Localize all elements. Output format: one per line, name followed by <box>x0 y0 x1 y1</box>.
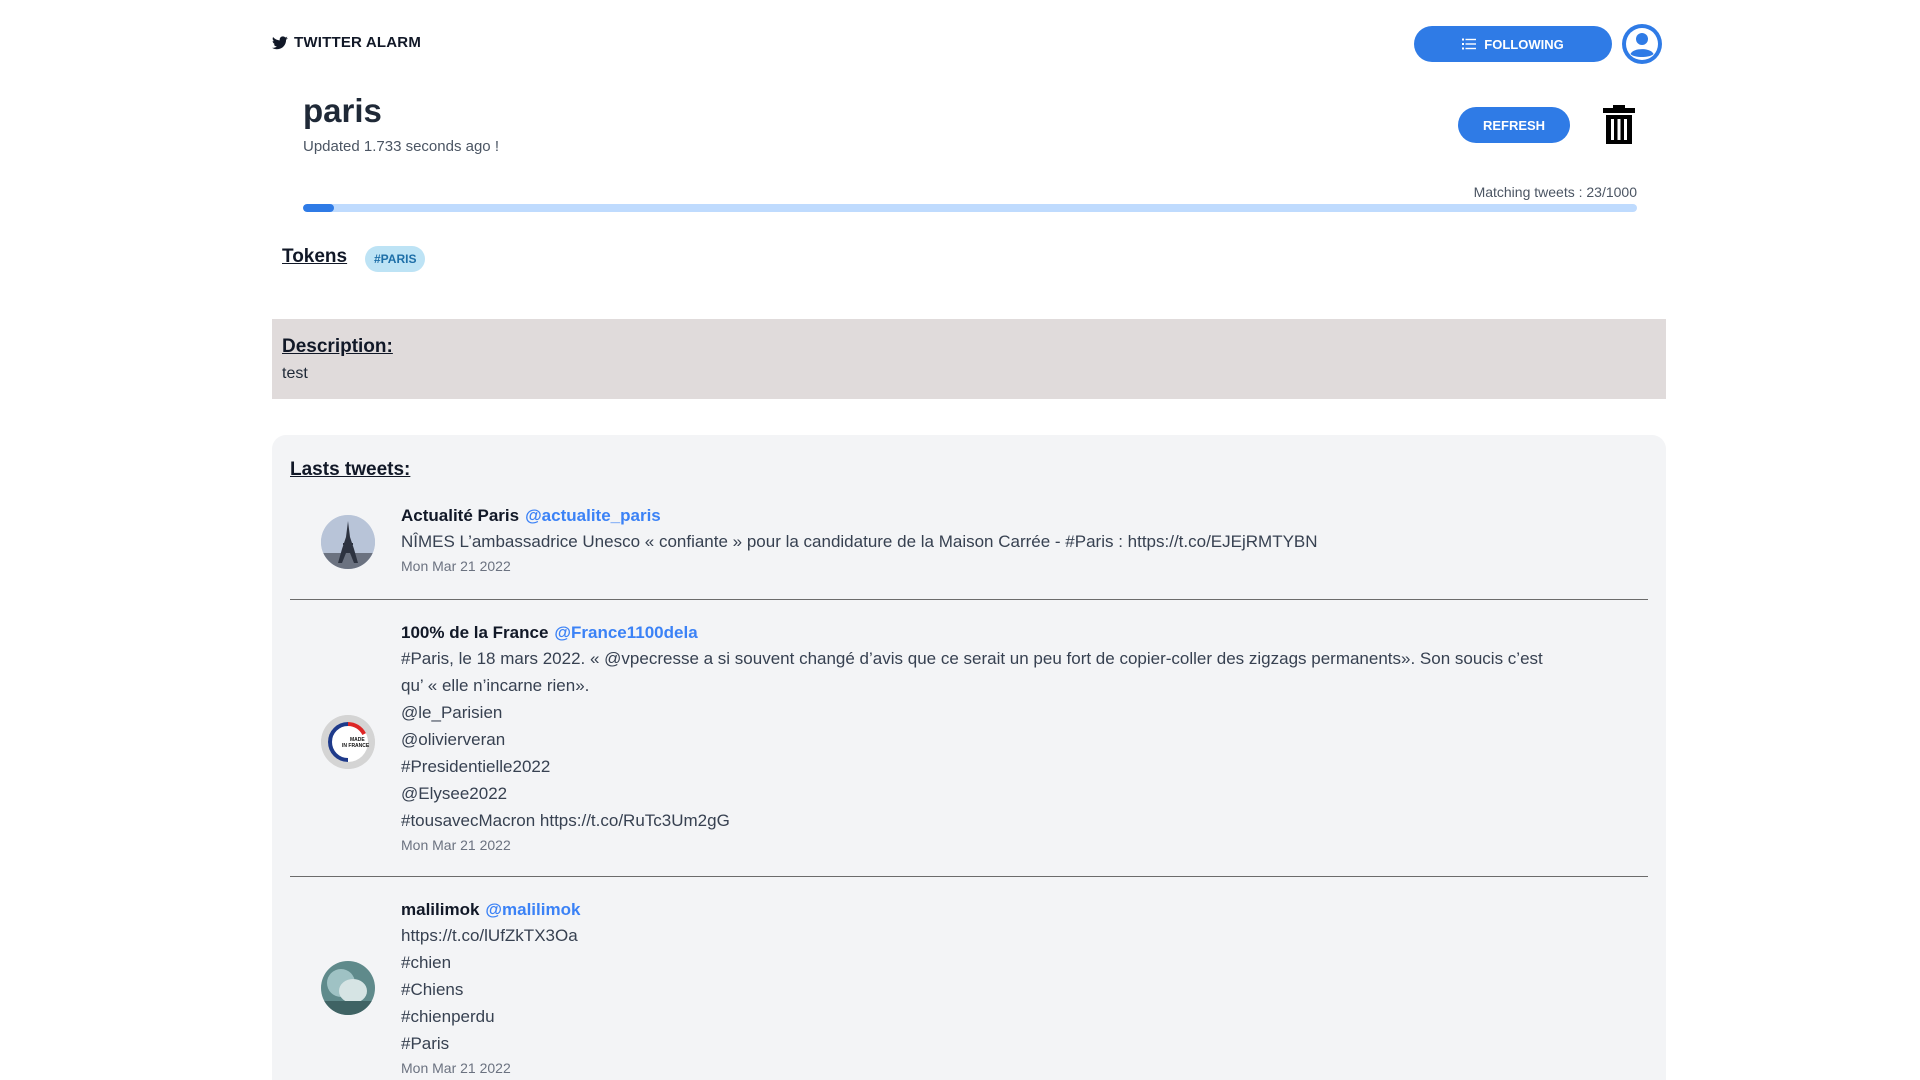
tweet-text-line: #Paris <box>401 1034 450 1053</box>
tweet-author-name[interactable]: malilimok <box>401 900 479 919</box>
tweet-body: 100% de la France @France1100dela #Paris,… <box>401 621 1601 856</box>
tweet-divider <box>290 876 1648 877</box>
tweet-avatar[interactable] <box>321 515 375 569</box>
tweet-avatar[interactable] <box>321 961 375 1015</box>
page-container: TWITTER ALARM FOLLOWING paris Updated 1.… <box>272 0 1666 1080</box>
tweet-body: Actualité Paris @actualite_paris NÎMES L’… <box>401 504 1601 577</box>
tweet-text-line: https://t.co/lUfZkTX3Oa <box>401 926 578 945</box>
following-button[interactable]: FOLLOWING <box>1414 26 1612 62</box>
tweet-text-line: @olivierveran <box>401 730 506 749</box>
svg-text:IN FRANCE: IN FRANCE <box>342 743 370 749</box>
brand[interactable]: TWITTER ALARM <box>272 34 421 51</box>
refresh-button[interactable]: REFRESH <box>1458 107 1570 143</box>
tweets-panel: Lasts tweets: Actualité Paris @actualite_… <box>272 435 1666 1080</box>
tweet-date: Mon Mar 21 2022 <box>401 837 511 853</box>
tweet-author-name[interactable]: 100% de la France <box>401 623 548 642</box>
tweet-author-handle[interactable]: @malilimok <box>485 900 580 919</box>
description-box: Description: test <box>272 319 1666 399</box>
tweet-author-handle[interactable]: @actualite_paris <box>525 506 661 525</box>
description-label: Description: <box>282 336 393 357</box>
user-avatar-icon <box>1626 28 1658 60</box>
user-avatar-button[interactable] <box>1622 24 1662 64</box>
top-bar: TWITTER ALARM FOLLOWING <box>272 24 1666 64</box>
matching-progress-bar <box>303 204 1637 212</box>
updated-text: Updated 1.733 seconds ago ! <box>303 138 499 155</box>
tweet-body: malilimok @malilimok https://t.co/lUfZkTX… <box>401 898 1601 1079</box>
tweet-text-line: #chien <box>401 953 452 972</box>
matching-tweets-count: Matching tweets : 23/1000 <box>1473 184 1637 200</box>
tweet-date: Mon Mar 21 2022 <box>401 558 511 574</box>
tweet-date: Mon Mar 21 2022 <box>401 1060 511 1076</box>
trash-icon <box>1603 105 1635 144</box>
description-text: test <box>282 365 308 382</box>
tweet-text-line: NÎMES L’ambassadrice Unesco « confiante … <box>401 532 1318 551</box>
following-label: FOLLOWING <box>1484 36 1564 52</box>
tweet-text-line: #chienperdu <box>401 1007 495 1026</box>
twitter-bird-icon <box>272 35 288 49</box>
token-badge: #PARIS <box>365 246 426 272</box>
tweet-item: MADE IN FRANCE 100% de la France @France1… <box>290 621 1648 861</box>
tweet-text-line: #Paris, le 18 mars 2022. « @vpecresse a … <box>401 649 1543 668</box>
tweet-avatar[interactable]: MADE IN FRANCE <box>321 715 375 769</box>
tweet-text-line: #Presidentielle2022 <box>401 757 551 776</box>
brand-label: TWITTER ALARM <box>294 34 422 51</box>
list-icon <box>1462 38 1477 50</box>
tweet-text-line: qu’ « elle n’incarne rien». <box>401 676 590 695</box>
tweet-text-line: @le_Parisien <box>401 703 503 722</box>
delete-button[interactable] <box>1602 104 1636 146</box>
eiffel-tower-icon <box>321 515 375 569</box>
tweet-text-line: @Elysee2022 <box>401 784 508 803</box>
tweet-item: malilimok @malilimok https://t.co/lUfZkTX… <box>290 898 1648 1080</box>
alarm-title: paris <box>303 92 382 129</box>
tokens-label: Tokens <box>282 246 348 267</box>
matching-progress-fill <box>303 204 334 212</box>
tweet-avatar-image <box>321 961 375 1015</box>
tweets-label: Lasts tweets: <box>290 459 411 480</box>
tweet-author-name[interactable]: Actualité Paris <box>401 506 519 525</box>
tweet-text-line: #Chiens <box>401 980 464 999</box>
tweet-text-line: #tousavecMacron https://t.co/RuTc3Um2gG <box>401 811 730 830</box>
tweet-divider <box>290 599 1648 600</box>
made-in-france-logo: MADE IN FRANCE <box>321 715 375 769</box>
tweet-author-handle[interactable]: @France1100dela <box>554 623 697 642</box>
tweet-item: Actualité Paris @actualite_paris NÎMES L’… <box>290 504 1648 574</box>
